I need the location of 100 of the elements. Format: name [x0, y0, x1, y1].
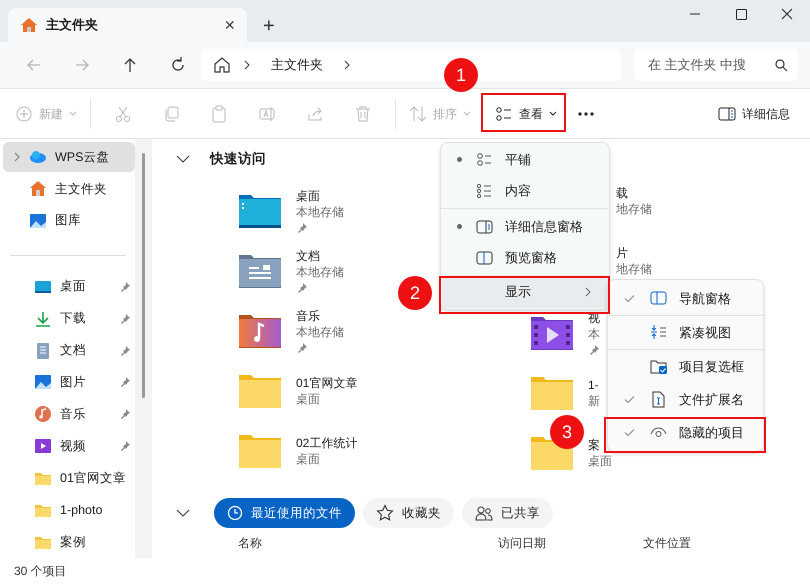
item-location: 新	[588, 393, 600, 409]
sidebar-item[interactable]: 文档	[3, 334, 135, 367]
sidebar-item[interactable]: 下载	[3, 302, 135, 335]
rename-icon	[258, 104, 276, 122]
details-pane-icon	[476, 218, 493, 234]
document-icon	[34, 342, 52, 360]
clipboard-icon	[210, 104, 228, 122]
people-icon	[475, 505, 493, 521]
menu-item[interactable]: 平铺	[442, 144, 608, 175]
column-header[interactable]: 文件位置	[643, 534, 691, 552]
item-location: 地存储	[616, 201, 652, 217]
menu-item[interactable]: 紧凑视图	[608, 316, 763, 349]
file-icon	[650, 391, 667, 408]
menu-item[interactable]: 预览窗格	[442, 242, 608, 273]
browser-tab[interactable]: 主文件夹 ×	[8, 8, 247, 42]
item-name[interactable]: 音乐	[296, 308, 320, 324]
folder-icon[interactable]	[238, 193, 282, 229]
panel-icon	[718, 106, 736, 120]
scissors-icon	[114, 104, 132, 122]
sidebar-item[interactable]: 桌面	[3, 270, 135, 303]
chevron-down-icon[interactable]	[176, 509, 190, 517]
folder-icon[interactable]	[238, 313, 282, 349]
music-note-icon	[34, 405, 52, 424]
menu-item[interactable]: 隐藏的项目	[608, 416, 763, 449]
more-icon	[578, 112, 594, 116]
menu-item[interactable]: 项目复选框	[608, 350, 763, 383]
toolbar-button[interactable]: 查看	[486, 96, 566, 130]
tiles-view-icon	[476, 152, 493, 168]
home-icon	[213, 56, 231, 74]
content-view-icon	[476, 182, 493, 198]
item-name[interactable]: 载	[616, 185, 628, 201]
menu-item[interactable]: 内容	[442, 175, 608, 206]
sidebar-item[interactable]: 1-photo	[3, 494, 135, 526]
item-location: 本地存储	[296, 204, 344, 220]
menu-item[interactable]: 显示	[442, 275, 608, 308]
sidebar-item[interactable]: 视频	[3, 430, 135, 462]
status-text: 30 个项目	[14, 563, 67, 580]
filter-tab[interactable]: 最近使用的文件	[214, 498, 355, 528]
item-location: 桌面	[588, 453, 612, 469]
chevron-right-icon[interactable]	[13, 152, 21, 162]
search-box[interactable]: 在 主文件夹 中搜	[634, 49, 798, 81]
details-button[interactable]: 详细信息	[718, 96, 790, 130]
home-icon	[20, 17, 38, 33]
item-location: 桌面	[296, 451, 320, 467]
chevron-down-icon	[549, 111, 557, 116]
image-icon	[34, 373, 52, 392]
item-name[interactable]: 案	[588, 437, 600, 453]
trash-icon	[354, 104, 372, 122]
tab-title: 主文件夹	[46, 16, 99, 34]
share-icon	[306, 104, 324, 122]
sidebar-item[interactable]: 图片	[3, 366, 135, 398]
breadcrumb-item[interactable]: 主文件夹	[271, 55, 323, 75]
menu-item[interactable]: 导航窗格	[608, 282, 763, 315]
step-badge: 2	[398, 276, 432, 310]
step-badge: 3	[550, 415, 584, 449]
sidebar-item[interactable]: 主文件夹	[3, 174, 135, 204]
item-name[interactable]: 1-	[588, 377, 599, 393]
plus-circle-icon	[15, 104, 33, 122]
filter-tab[interactable]: 已共享	[462, 498, 553, 528]
sidebar-item[interactable]: 01官网文章	[3, 462, 135, 494]
download-icon	[34, 310, 52, 328]
sidebar-item[interactable]: 音乐	[3, 398, 135, 430]
item-name[interactable]: 01官网文章	[296, 375, 358, 391]
item-location: 桌面	[296, 391, 320, 407]
sort-arrows-icon	[409, 104, 427, 122]
close-tab-button[interactable]: ×	[224, 16, 235, 34]
chevron-right-icon	[243, 60, 251, 70]
sidebar-item[interactable]: 案例	[3, 526, 135, 558]
menu-item[interactable]: 详细信息窗格	[442, 211, 608, 242]
menu-item[interactable]: 文件扩展名	[608, 383, 763, 416]
chevron-down-icon	[463, 111, 471, 116]
chevron-down-icon[interactable]	[176, 155, 190, 163]
search-field[interactable]: 在 主文件夹 中搜	[648, 55, 768, 75]
star-icon	[376, 504, 394, 522]
item-name[interactable]: 片	[616, 245, 628, 261]
column-header[interactable]: 访问日期	[498, 534, 643, 552]
folder-icon[interactable]	[238, 253, 282, 289]
video-folder-icon[interactable]	[530, 315, 574, 351]
new-tab-button[interactable]: +	[263, 16, 275, 36]
item-name[interactable]: 02工作统计	[296, 435, 358, 451]
search-icon	[774, 58, 788, 72]
sidebar-item[interactable]: 图库	[3, 206, 135, 236]
filter-tab[interactable]: 收藏夹	[363, 498, 454, 528]
home-icon	[29, 180, 47, 198]
preview-pane-icon	[476, 250, 493, 266]
scrollbar-thumb[interactable]	[142, 153, 145, 398]
item-location: 地存储	[616, 261, 652, 277]
clock-icon	[227, 505, 243, 521]
column-header[interactable]: 名称	[238, 534, 498, 552]
video-icon	[34, 437, 52, 456]
compact-view-icon	[650, 324, 667, 341]
navigation-pane-icon	[650, 290, 667, 307]
chevron-down-icon	[69, 111, 77, 116]
chevron-right-icon	[343, 60, 351, 70]
item-name[interactable]: 桌面	[296, 188, 320, 204]
item-location: 本地存储	[296, 324, 344, 340]
section-title: 快速访问	[210, 150, 266, 168]
image-icon	[29, 212, 47, 230]
sidebar-item[interactable]: WPS云盘	[3, 142, 135, 172]
item-name[interactable]: 文档	[296, 248, 320, 264]
